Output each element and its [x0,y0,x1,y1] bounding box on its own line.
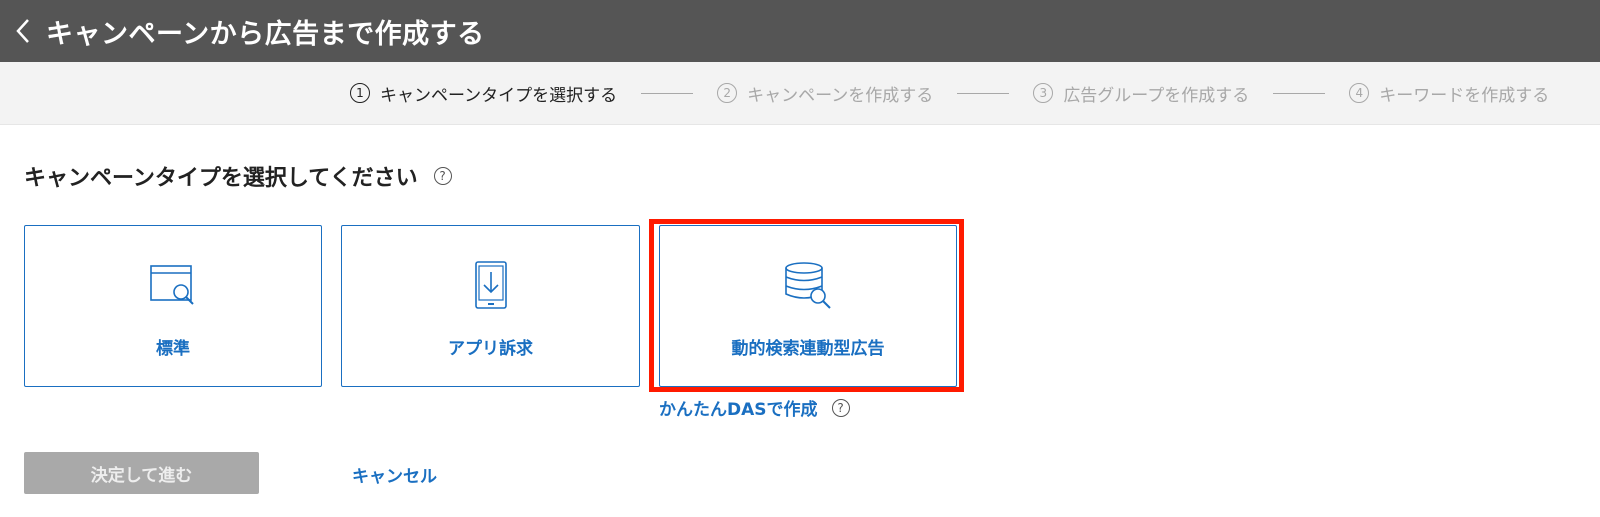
step-1-number: 1 [350,83,370,103]
card-label-standard: 標準 [156,339,190,359]
browser-search-icon [150,265,194,305]
help-icon[interactable]: ? [433,167,452,185]
step-2-label: キャンペーンを作成する [747,85,934,106]
step-indicator: 1 キャンペーンタイプを選択する 2 キャンペーンを作成する 3 広告グループを… [0,62,1600,125]
step-connector [1273,92,1326,94]
cancel-link[interactable]: キャンセル [352,462,437,487]
section-header: キャンペーンタイプを選択してください ? [24,160,452,192]
step-3-label: 広告グループを作成する [1063,85,1250,106]
step-2: 2 キャンペーンを作成する [717,81,933,106]
database-search-icon [785,262,831,309]
tablet-download-icon [474,261,507,309]
step-connector [957,92,1010,94]
campaign-type-card-standard[interactable]: 標準 [24,225,322,387]
card-label-app: アプリ訴求 [448,339,533,359]
header-bar: キャンペーンから広告まで作成する [0,0,1600,62]
back-chevron-icon[interactable] [0,0,46,62]
campaign-type-card-app[interactable]: アプリ訴求 [341,225,640,387]
step-4-label: キーワードを作成する [1379,85,1550,106]
step-4-number: 4 [1349,83,1370,103]
section-title: キャンペーンタイプを選択してください [24,166,418,191]
submit-button[interactable]: 決定して進む [24,452,259,494]
help-icon[interactable]: ? [831,398,850,417]
step-1-label: キャンペーンタイプを選択する [380,85,618,106]
easy-das-link[interactable]: かんたんDASで作成 [659,395,818,420]
step-4: 4 キーワードを作成する [1349,81,1549,106]
easy-das-row: かんたんDASで作成 ? [659,395,850,420]
page-title: キャンペーンから広告まで作成する [46,18,485,50]
card-label-dynamic-search: 動的検索連動型広告 [731,339,885,359]
campaign-type-card-dynamic-search[interactable]: 動的検索連動型広告 [659,225,957,387]
step-connector [641,92,694,94]
step-3-number: 3 [1033,83,1054,103]
step-2-number: 2 [717,83,738,103]
step-3: 3 広告グループを作成する [1033,81,1249,106]
step-1: 1 キャンペーンタイプを選択する [350,81,617,106]
